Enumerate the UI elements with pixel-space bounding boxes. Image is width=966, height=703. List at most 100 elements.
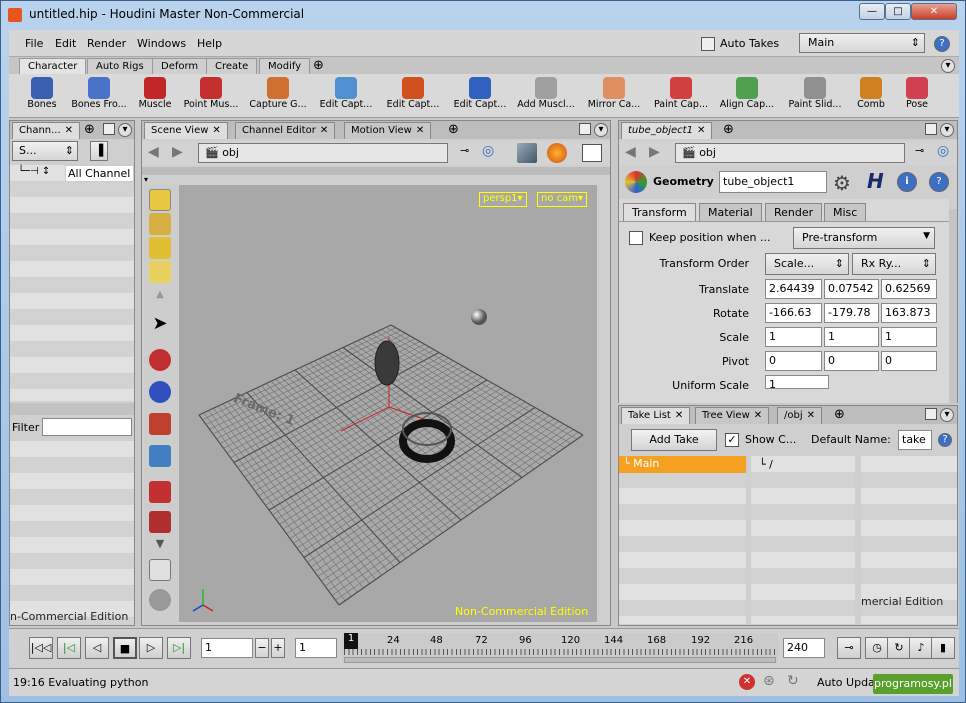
tab-tube-object1[interactable]: tube_object1 ✕ (621, 122, 713, 139)
pin-icon[interactable]: ⊸ (460, 144, 469, 157)
close-button[interactable]: ✕ (911, 3, 957, 20)
add-tab-icon[interactable]: ⊕ (834, 407, 845, 422)
add-tab-icon[interactable]: ⊕ (723, 122, 734, 137)
network-icon[interactable]: ◎ (937, 143, 949, 159)
clock-icon[interactable]: ◷ (865, 637, 889, 659)
rotate-z-field[interactable]: 163.873 (881, 303, 937, 323)
frame-increment-button[interactable]: + (271, 638, 285, 658)
scroll-up-icon[interactable]: ▲ (149, 289, 171, 311)
key-icon[interactable]: ⊸ (837, 637, 861, 659)
tool-edit-capture-2[interactable]: Edit Capt... (381, 76, 445, 116)
tab-take-list[interactable]: Take List ✕ (621, 407, 691, 424)
edit-tool-icon[interactable] (149, 261, 171, 283)
pin-button[interactable]: ▐ (90, 141, 108, 161)
background-toggle-icon[interactable] (582, 144, 602, 162)
tool-point-muscle[interactable]: Point Mus... (179, 76, 243, 116)
tab-misc[interactable]: Misc (824, 203, 867, 221)
magnet-tool-icon[interactable] (149, 481, 171, 503)
tool-pose[interactable]: Pose (885, 76, 949, 116)
end-frame-field[interactable]: 240 (783, 638, 825, 658)
auto-takes-checkbox[interactable] (701, 37, 715, 51)
pane-menu-icon[interactable]: ▾ (940, 408, 954, 422)
shelf-tab-deform[interactable]: Deform (152, 58, 208, 75)
maximize-button[interactable]: □ (885, 3, 911, 20)
tab-transform[interactable]: Transform (623, 203, 696, 221)
step-back-key-button[interactable]: |◁ (57, 637, 81, 659)
tab-render[interactable]: Render (765, 203, 823, 221)
audio-icon[interactable]: ♪ (909, 637, 933, 659)
close-icon[interactable]: ✕ (697, 125, 705, 136)
menu-edit[interactable]: Edit (55, 37, 76, 50)
maximize-pane-icon[interactable] (925, 123, 937, 135)
help-icon[interactable]: ? (934, 36, 950, 52)
pin-icon[interactable]: ⊸ (915, 144, 924, 157)
tool-paint-capture[interactable]: Paint Cap... (649, 76, 713, 116)
rotate-y-field[interactable]: -179.78 (824, 303, 879, 323)
timeline-cursor[interactable]: 1 (344, 633, 358, 649)
shelf-tab-auto-rigs[interactable]: Auto Rigs (87, 58, 153, 75)
jump-start-button[interactable]: |◁◁ (29, 637, 53, 659)
tab-scene-view[interactable]: Scene View ✕ (144, 122, 228, 139)
tool-muscle[interactable]: Muscle (123, 76, 187, 116)
rotate-order-dropdown[interactable]: Rx Ry... ⇕ (852, 253, 936, 275)
tab-material[interactable]: Material (699, 203, 762, 221)
play-button[interactable]: ▷ (139, 637, 163, 659)
scale-x-field[interactable]: 1 (765, 327, 822, 347)
node-name-field[interactable]: tube_object1 (719, 171, 827, 193)
filter-input[interactable] (42, 418, 132, 436)
current-frame-field[interactable]: 1 (201, 638, 253, 658)
tab-tree-view[interactable]: Tree View ✕ (695, 407, 770, 424)
camera-tool-icon[interactable] (149, 589, 171, 611)
shelf-tab-create[interactable]: Create (206, 58, 258, 75)
pivot-x-field[interactable]: 0 (765, 351, 822, 371)
tool-edit-capture-3[interactable]: Edit Capt... (448, 76, 512, 116)
param-path-field[interactable]: 🎬 obj (675, 143, 905, 163)
add-shelf-icon[interactable]: ⊕ (313, 58, 324, 73)
menu-help[interactable]: Help (197, 37, 222, 50)
pivot-z-field[interactable]: 0 (881, 351, 937, 371)
tab-channel-editor[interactable]: Channel Editor ✕ (235, 122, 336, 139)
translate-z-field[interactable]: 0.62569 (881, 279, 937, 299)
pane-menu-icon[interactable]: ▾ (940, 123, 954, 137)
menu-file[interactable]: File (25, 37, 43, 50)
scroll-down-icon[interactable]: ▼ (149, 537, 171, 559)
forward-arrow-icon[interactable]: ▶ (649, 144, 660, 160)
rotate-x-field[interactable]: -166.63 (765, 303, 822, 323)
menu-render[interactable]: Render (87, 37, 126, 50)
loop-icon[interactable]: ↻ (887, 637, 911, 659)
close-icon[interactable]: ✕ (807, 410, 815, 421)
frame-step-field[interactable]: 1 (295, 638, 337, 658)
realtime-icon[interactable]: ▮ (931, 637, 955, 659)
play-reverse-button[interactable]: ◁ (85, 637, 109, 659)
pivot-y-field[interactable]: 0 (824, 351, 879, 371)
back-arrow-icon[interactable]: ◀ (625, 144, 636, 160)
snap-tool-icon[interactable] (149, 559, 171, 581)
transform-handle-icon[interactable] (149, 213, 171, 235)
select-tool-icon[interactable] (149, 189, 171, 211)
forward-arrow-icon[interactable]: ▶ (172, 144, 183, 160)
default-name-field[interactable]: take (898, 430, 932, 450)
network-icon[interactable]: ◎ (482, 143, 494, 159)
shelf-tab-modify[interactable]: Modify (259, 58, 311, 75)
uniform-scale-field[interactable]: 1 (765, 375, 829, 389)
minimize-button[interactable]: — (859, 3, 885, 20)
add-tab-icon[interactable]: ⊕ (448, 122, 459, 137)
tab-motion-view[interactable]: Motion View ✕ (344, 122, 432, 139)
back-arrow-icon[interactable]: ◀ (148, 144, 159, 160)
tool-mirror-capture[interactable]: Mirror Ca... (582, 76, 646, 116)
menu-windows[interactable]: Windows (137, 37, 186, 50)
tab-channels[interactable]: Chann... ✕ (12, 122, 81, 139)
camera-menu[interactable]: no cam▾ (537, 192, 588, 207)
refresh-icon[interactable]: ↻ (787, 673, 799, 689)
close-icon[interactable]: ✕ (65, 125, 73, 136)
rotate-tool-icon[interactable] (149, 381, 171, 403)
tool-bones-from[interactable]: Bones Fro... (67, 76, 131, 116)
transform-order-dropdown[interactable]: Scale... ⇕ (765, 253, 849, 275)
shelf-menu-icon[interactable]: ▾ (941, 59, 955, 73)
close-icon[interactable]: ✕ (416, 125, 424, 136)
collapse-arrow-icon[interactable]: ▾ (144, 175, 178, 184)
close-icon[interactable]: ✕ (675, 410, 683, 421)
stop-button[interactable]: ■ (113, 637, 137, 659)
close-icon[interactable]: ✕ (320, 125, 328, 136)
horizontal-scrollbar[interactable] (10, 403, 134, 415)
